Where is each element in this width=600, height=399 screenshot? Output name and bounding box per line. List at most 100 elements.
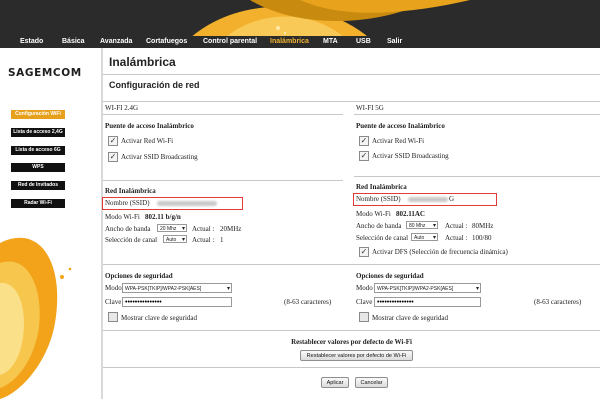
- cancel-button[interactable]: Cancelar: [355, 377, 388, 388]
- nav-item-mta[interactable]: MTA: [323, 38, 338, 45]
- channel-actual-label-5g: Actual :: [445, 234, 468, 242]
- sidebar-item-configuracion-wifi[interactable]: Configuración WiFi: [11, 110, 65, 119]
- nav-item-usb[interactable]: USB: [356, 38, 371, 45]
- bandwidth-actual-value-24g: 20MHz: [220, 225, 242, 233]
- band-label-24g: WI-FI 2.4G: [105, 104, 139, 112]
- section-title: Configuración de red: [109, 80, 200, 90]
- ap-title-5g: Puente de acceso Inalámbrico: [356, 122, 445, 130]
- brand-logo: SAGEMCOM: [8, 67, 82, 79]
- nav-item-estado[interactable]: Estado: [20, 38, 43, 45]
- show-key-checkbox-24g[interactable]: [108, 312, 118, 322]
- key-input-24g[interactable]: •••••••••••••••: [122, 297, 232, 307]
- actions-divider: [103, 367, 600, 368]
- security-mode-label-5g: Modo: [356, 284, 373, 292]
- show-key-label-24g: Mostrar clave de seguridad: [121, 314, 197, 322]
- ssid-broadcast-checkbox-5g[interactable]: ✓: [359, 151, 369, 161]
- channel-select-5g[interactable]: Auto ▾: [411, 233, 438, 241]
- nav-item-basica[interactable]: Básica: [62, 38, 85, 45]
- ap-title-24g: Puente de acceso Inalámbrico: [105, 122, 194, 130]
- main-nav: Estado Básica Avanzada Cortafuegos Contr…: [0, 38, 600, 48]
- sidebar-item-lista-acceso-24g[interactable]: Lista de acceso 2,4G: [11, 128, 65, 137]
- network-title-24g: Red Inalámbrica: [105, 187, 156, 195]
- reset-defaults-button[interactable]: Restablecer valores por defecto de Wi-Fi: [300, 350, 413, 361]
- bandwidth-actual-value-5g: 80MHz: [472, 222, 494, 230]
- main-content: Inalámbrica Configuración de red WI-FI 2…: [102, 48, 600, 399]
- channel-select-24g[interactable]: Auto ▾: [163, 235, 187, 243]
- enable-wifi-label-24g: Activar Red Wi-Fi: [121, 137, 174, 145]
- key-input-5g[interactable]: •••••••••••••••: [374, 297, 481, 307]
- dfs-checkbox-5g[interactable]: ✓: [359, 247, 369, 257]
- key-hint-24g: (8-63 caracteres): [284, 298, 332, 306]
- ssid-broadcast-checkbox-24g[interactable]: ✓: [108, 152, 118, 162]
- sidebar-item-wps[interactable]: WPS: [11, 163, 65, 172]
- chevron-down-icon: ▾: [181, 237, 185, 243]
- reset-title: Restablecer valores por defecto de Wi-Fi: [291, 338, 412, 346]
- page-title: Inalámbrica: [109, 55, 176, 69]
- channel-actual-value-24g: 1: [220, 236, 224, 244]
- sidebar-item-radar-wifi[interactable]: Radar Wi-Fi: [11, 199, 65, 208]
- ssid-label-24g: Nombre (SSID): [105, 199, 150, 207]
- reset-divider: [103, 330, 600, 331]
- ssid-suffix-5g: G: [449, 195, 455, 203]
- title-divider: [103, 74, 600, 75]
- sidebar-item-lista-acceso-6g[interactable]: Lista de acceso 6G: [11, 146, 65, 155]
- ssid-broadcast-label-24g: Activar SSID Broadcasting: [121, 153, 198, 161]
- security-mode-label-24g: Modo: [105, 284, 122, 292]
- chevron-down-icon: ▾: [432, 223, 436, 229]
- enable-wifi-checkbox-24g[interactable]: ✓: [108, 136, 118, 146]
- checkmark-icon: ✓: [360, 247, 368, 256]
- nav-item-salir[interactable]: Salir: [387, 38, 402, 45]
- security-title-5g: Opciones de seguridad: [356, 272, 424, 280]
- chevron-down-icon: ▾: [226, 286, 230, 292]
- checkmark-icon: ✓: [109, 152, 117, 161]
- bandwidth-actual-label-24g: Actual :: [192, 225, 215, 233]
- band-divider-5g: [354, 114, 600, 115]
- ssid-value-blurred-5g[interactable]: [408, 197, 448, 202]
- nav-item-control-parental[interactable]: Control parental: [203, 38, 257, 45]
- bandwidth-select-24g[interactable]: 20 Mhz ▾: [157, 224, 187, 232]
- mode-value-5g: 802.11AC: [396, 210, 425, 218]
- checkmark-icon: ✓: [109, 136, 117, 145]
- band-divider-24g: [103, 114, 343, 115]
- bandwidth-actual-label-5g: Actual :: [445, 222, 468, 230]
- security-mode-select-24g[interactable]: WPA-PSK[TKIP]/WPA2-PSK[AES] ▾: [122, 283, 232, 293]
- show-key-label-5g: Mostrar clave de seguridad: [372, 314, 448, 322]
- security-mode-select-5g[interactable]: WPA-PSK[TKIP]/WPA2-PSK[AES] ▾: [374, 283, 481, 293]
- dfs-label-5g: Activar DFS (Selección de frecuencia din…: [372, 248, 508, 256]
- security-divider: [103, 264, 600, 265]
- mode-label-24g: Modo Wi-Fi: [105, 213, 140, 221]
- chevron-down-icon: ▾: [475, 286, 479, 292]
- apply-button[interactable]: Aplicar: [321, 377, 349, 388]
- bandwidth-select-5g[interactable]: 80 Mhz ▾: [406, 221, 438, 229]
- nav-item-inalambrica[interactable]: Inalámbrica: [270, 38, 309, 45]
- nav-item-cortafuegos[interactable]: Cortafuegos: [146, 38, 187, 45]
- top-navigation-bar: Estado Básica Avanzada Cortafuegos Contr…: [0, 0, 600, 48]
- checkmark-icon: ✓: [360, 151, 368, 160]
- channel-label-5g: Selección de canal: [356, 234, 409, 242]
- show-key-checkbox-5g[interactable]: [359, 312, 369, 322]
- key-label-24g: Clave: [105, 298, 122, 306]
- network-divider-5g: [354, 176, 600, 177]
- key-hint-5g: (8-63 caracteres): [534, 298, 582, 306]
- band-label-5g: WI-FI 5G: [356, 104, 384, 112]
- ssid-label-5g: Nombre (SSID): [356, 195, 401, 203]
- enable-wifi-label-5g: Activar Red Wi-Fi: [372, 137, 425, 145]
- chevron-down-icon: ▾: [432, 235, 436, 241]
- ssid-broadcast-label-5g: Activar SSID Broadcasting: [372, 152, 449, 160]
- channel-actual-label-24g: Actual :: [192, 236, 215, 244]
- security-title-24g: Opciones de seguridad: [105, 272, 173, 280]
- mode-label-5g: Modo Wi-Fi: [356, 210, 391, 218]
- network-title-5g: Red Inalámbrica: [356, 183, 407, 191]
- mode-value-24g: 802.11 b/g/n: [145, 213, 181, 221]
- nav-item-avanzada[interactable]: Avanzada: [100, 38, 132, 45]
- channel-label-24g: Selección de canal: [105, 236, 158, 244]
- bandwidth-label-24g: Ancho de banda: [105, 225, 151, 233]
- key-label-5g: Clave: [356, 298, 373, 306]
- sidebar-item-red-invitados[interactable]: Red de Invitados: [11, 181, 65, 190]
- enable-wifi-checkbox-5g[interactable]: ✓: [359, 136, 369, 146]
- ssid-value-blurred-24g[interactable]: [157, 201, 217, 206]
- sidebar-decorative-graphic: [0, 237, 72, 399]
- sidebar: SAGEMCOM Configuración WiFi Lista de acc…: [0, 48, 100, 399]
- network-divider-24g: [103, 180, 343, 181]
- chevron-down-icon: ▾: [181, 226, 185, 232]
